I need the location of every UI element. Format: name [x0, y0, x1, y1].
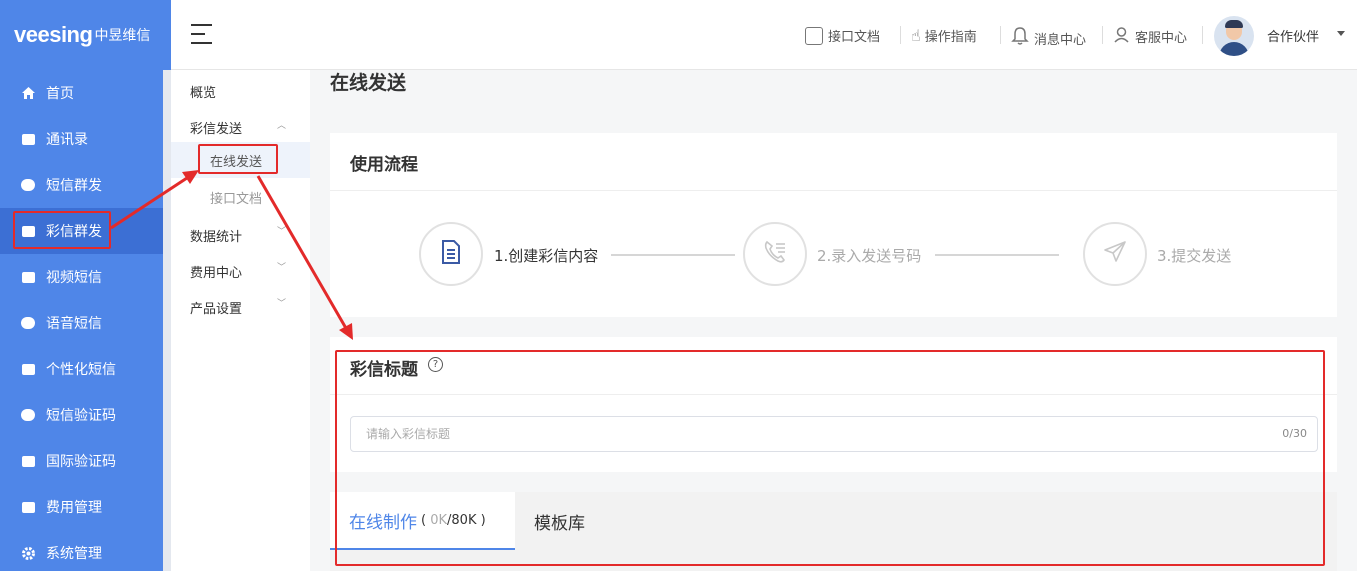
- annotation-arrows: [110, 170, 353, 340]
